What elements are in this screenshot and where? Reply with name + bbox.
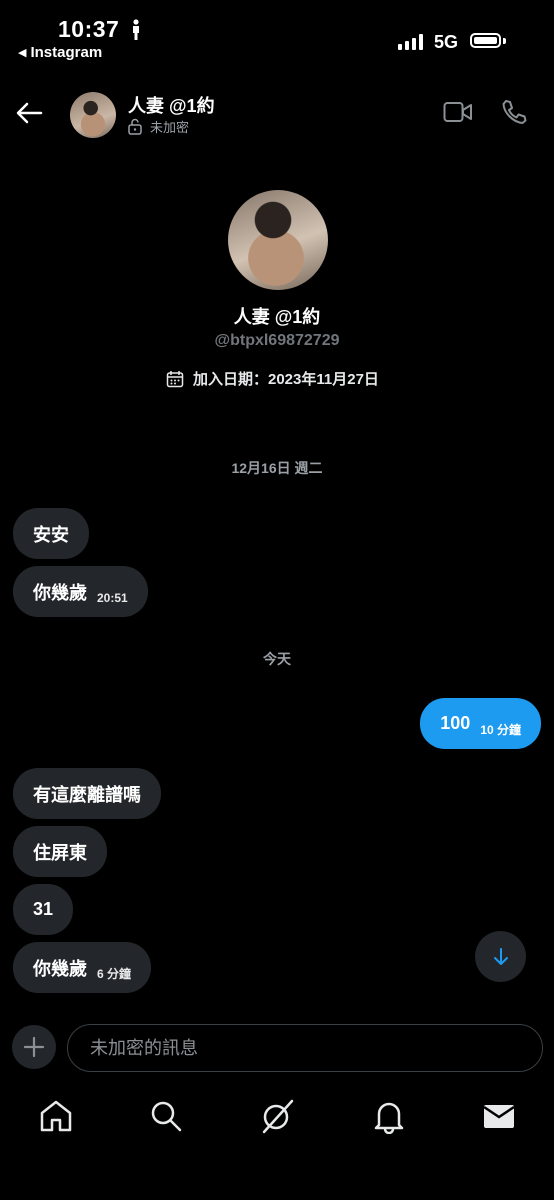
header-name[interactable]: 人妻 @1約 [128,92,215,118]
message-time: 10 分鐘 [480,723,521,737]
message-text: 安安 [33,524,69,545]
message-time: 6 分鐘 [97,967,132,981]
back-app-label: Instagram [30,44,103,61]
phone-call-icon[interactable] [500,98,528,126]
status-time: 10:37 [58,16,120,42]
back-to-app[interactable]: ◀ Instagram [18,44,102,61]
notifications-bell-icon[interactable] [371,1098,407,1134]
attach-button[interactable] [12,1025,56,1069]
message-text: 有這麼離譜嗎 [33,784,141,805]
message-input[interactable] [67,1024,543,1072]
signal-icon [398,34,423,50]
home-icon[interactable] [38,1098,74,1134]
message-text: 100 [440,713,471,733]
message-text: 你幾歲 [33,582,87,603]
profile-avatar[interactable] [228,190,328,290]
message-bubble[interactable]: 安安 [13,508,89,559]
video-call-icon[interactable] [443,100,473,124]
encryption-label: 未加密 [150,120,190,135]
joined-date: 加入日期：2023年11月27日 [166,368,379,389]
calendar-icon [166,370,184,387]
joined-label: 加入日期：2023年11月27日 [193,371,379,388]
message-bubble[interactable]: 你幾歲 6 分鐘 [13,942,152,993]
battery-tip [503,38,506,44]
plus-icon [23,1036,45,1058]
message-text: 住屏東 [33,842,87,863]
message-text: 31 [33,899,54,919]
date-separator: 今天 [263,651,291,667]
arrow-down-icon [493,947,508,965]
scroll-to-bottom-button[interactable] [475,931,526,982]
unlock-icon [128,118,142,135]
message-bubble[interactable]: 你幾歲 20:51 [13,566,148,617]
encryption-status: 未加密 [128,117,189,136]
battery-icon [470,33,501,48]
network-label: 5G [434,32,459,52]
message-text: 你幾歲 [33,958,87,979]
sent-message-bubble[interactable]: 100 10 分鐘 [420,698,541,749]
date-separator: 12月16日 週二 [231,460,323,476]
message-bubble[interactable]: 31 [13,884,74,935]
search-icon[interactable] [148,1098,184,1134]
message-bubble[interactable]: 有這麼離譜嗎 [13,768,161,819]
person-icon [133,19,139,40]
message-bubble[interactable]: 住屏東 [13,826,107,877]
messages-envelope-icon[interactable] [481,1098,517,1134]
header-avatar[interactable] [70,92,116,138]
grok-icon[interactable] [259,1098,295,1134]
profile-handle[interactable]: @btpxl69872729 [0,332,554,350]
message-time: 20:51 [97,590,128,605]
back-triangle-icon: ◀ [18,47,27,59]
profile-name: 人妻 @1約 [233,307,321,327]
back-arrow-icon[interactable] [14,98,44,128]
